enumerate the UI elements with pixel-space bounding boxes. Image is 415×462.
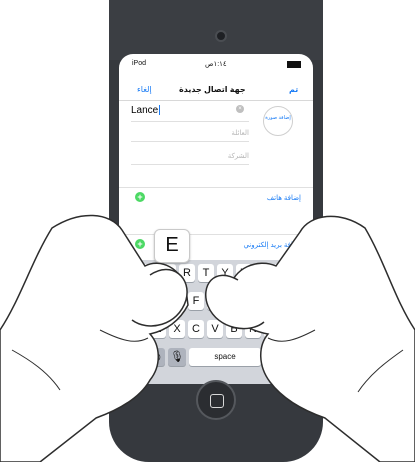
page-title: جهة اتصال جديدة — [179, 85, 246, 94]
clear-text-icon[interactable]: × — [236, 105, 244, 113]
globe-icon[interactable]: ◍ — [147, 348, 165, 366]
key-q[interactable]: Q — [122, 264, 138, 282]
key-i[interactable]: I — [255, 264, 271, 282]
key-l[interactable]: L — [283, 292, 299, 310]
home-square-icon — [210, 394, 224, 408]
numbers-key[interactable]: 123 — [122, 348, 144, 366]
key-f[interactable]: F — [188, 292, 204, 310]
key-v[interactable]: V — [207, 320, 223, 338]
add-email-row[interactable]: + إضافة بريد إلكتروني — [119, 234, 313, 255]
add-phone-label: إضافة هاتف — [266, 195, 301, 202]
key-s[interactable]: S — [150, 292, 166, 310]
front-camera — [215, 30, 227, 42]
key-d[interactable]: D — [169, 292, 185, 310]
status-time: ١:١٤ص — [205, 61, 227, 68]
microphone-icon[interactable]: 🎙 — [168, 348, 186, 366]
add-phone-row[interactable]: + إضافة هاتف — [119, 187, 313, 208]
name-field-value: Lance — [131, 105, 161, 116]
key-a[interactable]: A — [131, 292, 147, 310]
keyboard: Q W E R T Y U I O P A S D F G H J K L ⇧ … — [119, 260, 313, 384]
key-e[interactable]: E — [160, 264, 176, 282]
key-p[interactable]: P — [293, 264, 309, 282]
home-button[interactable] — [196, 380, 236, 420]
key-j[interactable]: J — [245, 292, 261, 310]
battery-icon — [287, 61, 301, 68]
key-t[interactable]: T — [198, 264, 214, 282]
key-u[interactable]: U — [236, 264, 252, 282]
nav-bar: إلغاء جهة اتصال جديدة تم — [119, 78, 313, 101]
text-cursor — [159, 105, 161, 116]
right-wrist-line — [357, 349, 404, 393]
shift-key[interactable]: ⇧ — [122, 320, 144, 338]
key-n[interactable]: N — [245, 320, 261, 338]
key-c[interactable]: C — [188, 320, 204, 338]
cancel-button[interactable]: إلغاء — [137, 85, 152, 94]
key-y[interactable]: Y — [217, 264, 233, 282]
left-wrist-line — [11, 349, 61, 391]
key-m[interactable]: M — [264, 320, 280, 338]
key-g[interactable]: G — [207, 292, 223, 310]
device-top-bezel — [109, 0, 323, 60]
key-popup: E — [154, 229, 190, 263]
name-field[interactable]: Lance — [131, 105, 249, 122]
status-bar: iPod ١:١٤ص — [119, 54, 313, 68]
screen: iPod ١:١٤ص إلغاء جهة اتصال جديدة تم Lanc… — [119, 54, 313, 384]
status-carrier: iPod — [132, 60, 147, 67]
company-placeholder: الشركة — [227, 153, 249, 160]
key-x[interactable]: X — [169, 320, 185, 338]
key-r[interactable]: R — [179, 264, 195, 282]
space-key[interactable]: space — [189, 348, 261, 366]
family-name-field[interactable]: العائلة — [131, 123, 249, 142]
return-key[interactable]: ↵ — [264, 348, 310, 366]
key-o[interactable]: O — [274, 264, 290, 282]
key-z[interactable]: Z — [150, 320, 166, 338]
key-h[interactable]: H — [226, 292, 242, 310]
add-photo-label: إضافة صورة — [265, 115, 291, 121]
add-photo-button[interactable]: إضافة صورة — [263, 106, 293, 136]
key-b[interactable]: B — [226, 320, 242, 338]
add-email-plus-icon[interactable]: + — [135, 239, 145, 249]
family-name-placeholder: العائلة — [231, 130, 249, 137]
name-field-text: Lance — [131, 105, 159, 116]
done-button[interactable]: تم — [289, 85, 298, 94]
company-field[interactable]: الشركة — [131, 146, 249, 165]
add-email-label: إضافة بريد إلكتروني — [243, 242, 301, 249]
add-phone-plus-icon[interactable]: + — [135, 192, 145, 202]
backspace-key[interactable]: ⌫ — [286, 320, 310, 338]
key-w[interactable]: W — [141, 264, 157, 282]
key-k[interactable]: K — [264, 292, 280, 310]
